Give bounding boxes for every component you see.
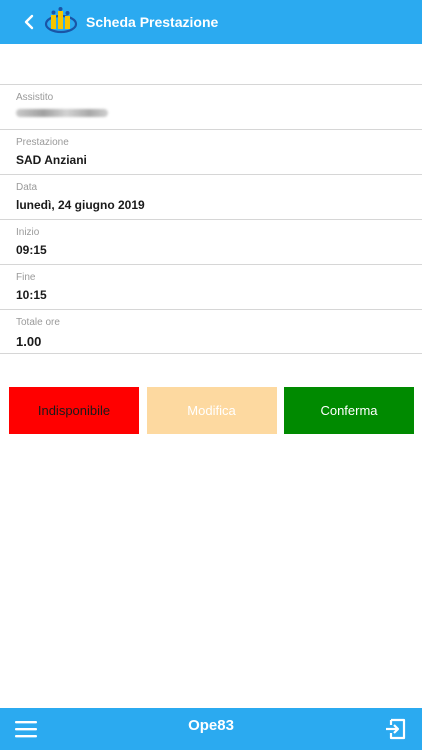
field-value: lunedì, 24 giugno 2019 xyxy=(16,198,145,212)
logout-icon xyxy=(386,718,406,740)
field-data: Data lunedì, 24 giugno 2019 xyxy=(0,174,422,219)
unavailable-button[interactable]: Indisponibile xyxy=(9,387,139,434)
field-label: Fine xyxy=(16,272,36,283)
field-label: Data xyxy=(16,182,38,193)
edit-button: Modifica xyxy=(146,387,277,434)
field-label: Prestazione xyxy=(16,137,69,148)
field-label: Assistito xyxy=(16,92,54,103)
field-prestazione: Prestazione SAD Anziani xyxy=(0,129,422,174)
field-label: Inizio xyxy=(16,227,40,238)
action-buttons: Indisponibile Modifica Conferma xyxy=(9,387,414,434)
footer-bar: Ope83 xyxy=(0,708,422,750)
exit-button[interactable] xyxy=(384,717,408,741)
app-screen: Scheda Prestazione Assistito Prestazione… xyxy=(0,0,422,750)
field-inizio: Inizio 09:15 xyxy=(0,219,422,264)
header-bar: Scheda Prestazione xyxy=(0,0,422,44)
page-title: Scheda Prestazione xyxy=(86,14,219,30)
back-button[interactable] xyxy=(14,0,44,44)
field-label: Totale ore xyxy=(16,317,60,328)
field-value: SAD Anziani xyxy=(16,153,87,167)
field-value: 1.00 xyxy=(16,334,42,349)
field-totale-ore: Totale ore 1.00 xyxy=(0,309,422,354)
operator-name: Ope83 xyxy=(188,717,234,734)
app-logo-icon xyxy=(44,7,78,37)
redacted-value xyxy=(16,109,108,117)
field-value: 10:15 xyxy=(16,288,47,302)
chevron-left-icon xyxy=(24,14,34,30)
field-fine: Fine 10:15 xyxy=(0,264,422,309)
confirm-button[interactable]: Conferma xyxy=(284,387,414,434)
detail-form: Assistito Prestazione SAD Anziani Data l… xyxy=(0,84,422,354)
field-value: 09:15 xyxy=(16,243,47,257)
field-assistito: Assistito xyxy=(0,84,422,129)
